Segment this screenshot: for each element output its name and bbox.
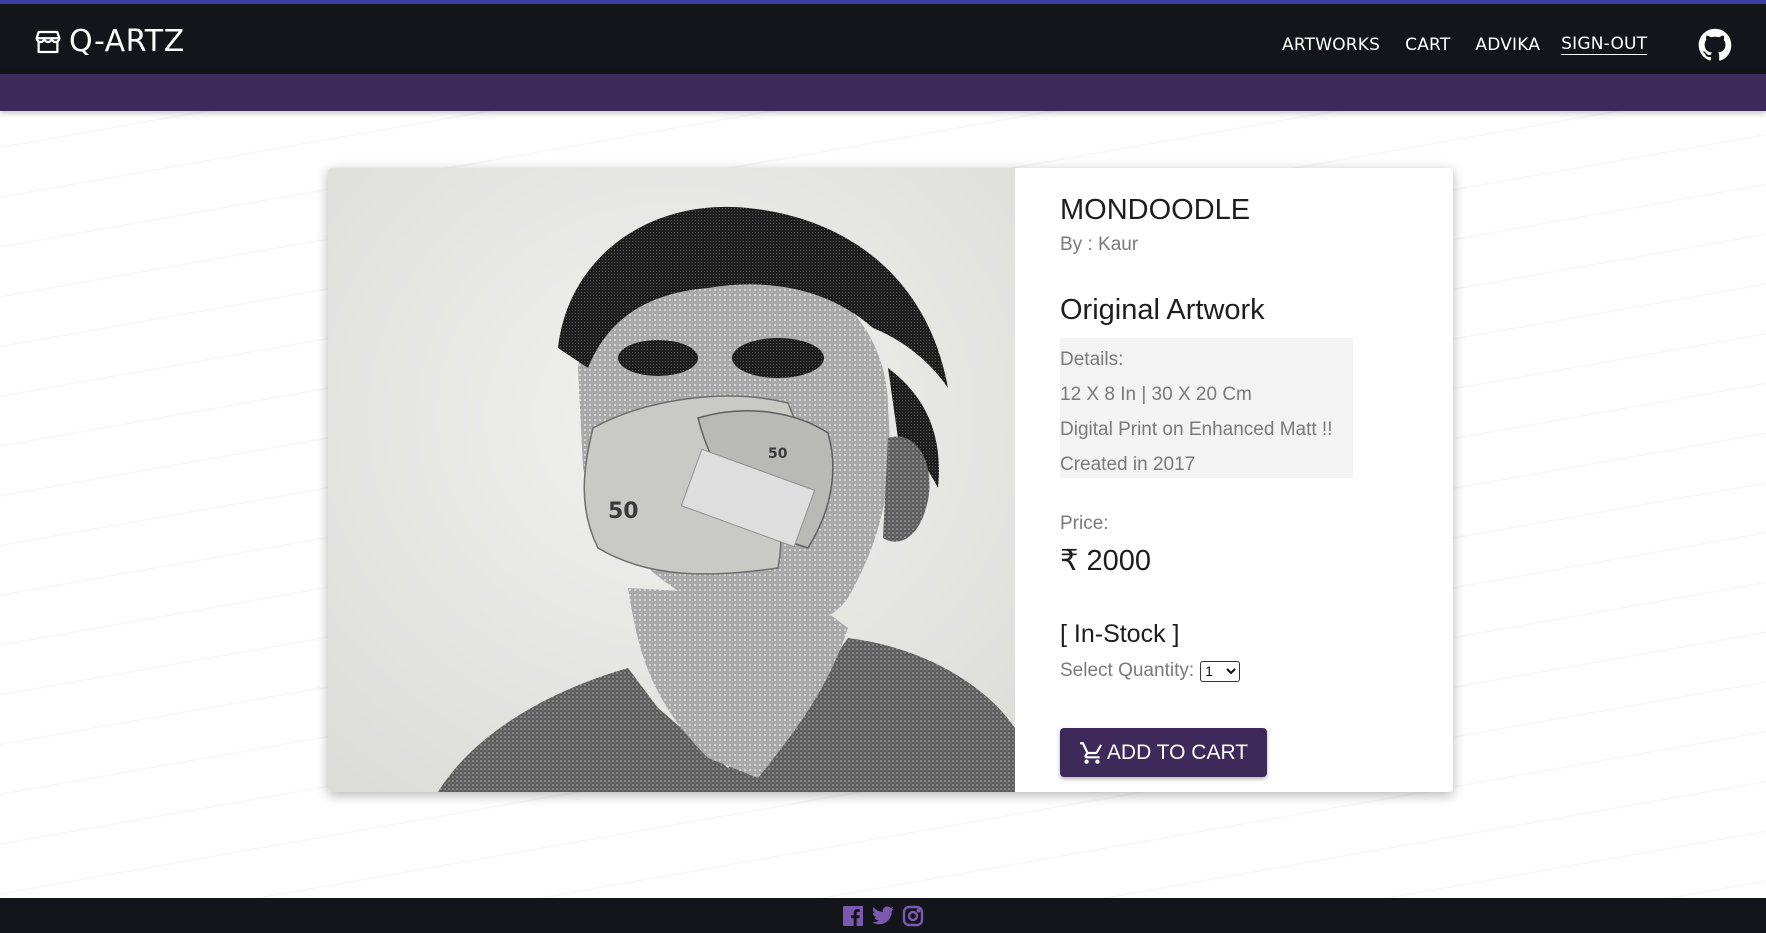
nav-link-sign-out[interactable]: SIGN-OUT bbox=[1561, 34, 1648, 55]
artwork-illustration: 50 50 bbox=[328, 168, 1015, 792]
product-title: MONDOODLE bbox=[1060, 194, 1251, 226]
nav-links: ARTWORKS CART ADVIKA SIGN-OUT bbox=[1282, 34, 1648, 55]
price-label: Price: bbox=[1060, 513, 1109, 534]
instagram-icon[interactable] bbox=[901, 904, 925, 928]
navbar: Q-ARTZ ARTWORKS CART ADVIKA SIGN-OUT bbox=[0, 4, 1766, 74]
details-size: 12 X 8 In | 30 X 20 Cm bbox=[1060, 384, 1252, 405]
details-medium: Digital Print on Enhanced Matt !! bbox=[1060, 419, 1333, 440]
quantity-select[interactable]: 1 bbox=[1200, 660, 1241, 682]
artist-line: By : Kaur bbox=[1060, 234, 1138, 256]
nav-link-artworks[interactable]: ARTWORKS bbox=[1282, 35, 1380, 55]
nav-link-user[interactable]: ADVIKA bbox=[1475, 35, 1540, 55]
stock-status: [ In-Stock ] bbox=[1060, 620, 1180, 648]
artwork-image: 50 50 bbox=[328, 168, 1015, 792]
details-created: Created in 2017 bbox=[1060, 454, 1196, 475]
footer bbox=[0, 898, 1766, 933]
details-box: Details: 12 X 8 In | 30 X 20 Cm Digital … bbox=[1060, 338, 1353, 478]
nav-link-cart[interactable]: CART bbox=[1405, 35, 1450, 55]
details-heading: Details: bbox=[1060, 349, 1124, 370]
price-value: ₹ 2000 bbox=[1060, 545, 1152, 577]
artwork-type: Original Artwork bbox=[1060, 294, 1265, 326]
storefront-icon bbox=[35, 30, 61, 53]
artist-name: Kaur bbox=[1098, 234, 1139, 255]
brand-logo-link[interactable]: Q-ARTZ bbox=[33, 24, 185, 59]
quantity-label: Select Quantity: bbox=[1060, 660, 1195, 681]
product-info: MONDOODLE By : Kaur Original Artwork Det… bbox=[1060, 168, 1440, 792]
shopping-cart-icon bbox=[1079, 741, 1102, 764]
svg-text:50: 50 bbox=[768, 446, 788, 462]
quantity-row: Select Quantity: 1 bbox=[1060, 660, 1241, 682]
twitter-icon[interactable] bbox=[871, 904, 895, 928]
artist-prefix: By : bbox=[1060, 234, 1099, 255]
svg-text:50: 50 bbox=[608, 499, 639, 524]
product-card: 50 50 MONDOODLE By : Kaur Original Artwo… bbox=[328, 168, 1453, 792]
sub-header-bar bbox=[0, 74, 1766, 111]
brand-name: Q-ARTZ bbox=[69, 24, 185, 59]
add-to-cart-button[interactable]: ADD TO CART bbox=[1060, 728, 1267, 777]
github-icon[interactable] bbox=[1698, 28, 1732, 62]
add-to-cart-label: ADD TO CART bbox=[1106, 740, 1249, 764]
facebook-icon[interactable] bbox=[841, 904, 865, 928]
